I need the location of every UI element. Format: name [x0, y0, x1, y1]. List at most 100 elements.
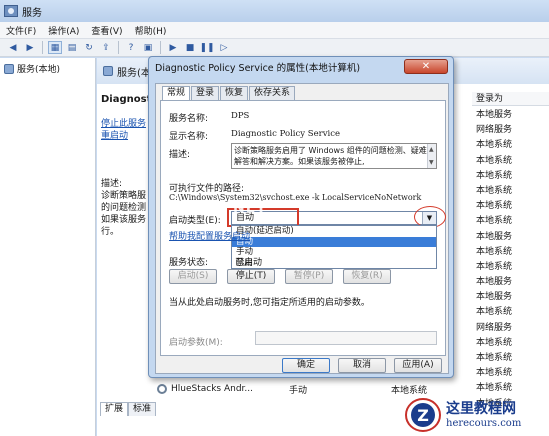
help-configure-link[interactable]: 帮助我配置服务启动	[169, 229, 250, 242]
logon-cell[interactable]: 本地系统	[476, 154, 546, 169]
service-status-value: 已启动	[235, 258, 263, 268]
start-service-icon[interactable]: ▶	[166, 41, 180, 54]
tree-item-services-local[interactable]: 服务(本地)	[0, 58, 95, 79]
description-line: 的问题检测	[101, 203, 147, 213]
logon-cell[interactable]: 本地系统	[476, 138, 546, 153]
logon-cell[interactable]: 本地系统	[476, 169, 546, 184]
export-icon[interactable]: ⇪	[99, 41, 113, 54]
site-name-en: herecours.com	[446, 417, 522, 429]
logon-cell[interactable]: 本地系统	[476, 214, 546, 229]
logon-cell[interactable]: 本地系统	[476, 351, 546, 366]
site-logo-icon: Z	[404, 396, 442, 434]
logon-cell[interactable]: 本地服务	[476, 108, 546, 123]
pause-button[interactable]: 暂停(P)	[285, 269, 333, 284]
overlay-watermark-text: NET	[233, 200, 267, 216]
stop-service-icon[interactable]: ■	[183, 41, 197, 54]
startup-option[interactable]: 手动	[232, 247, 436, 258]
startup-option[interactable]: 自动(延迟启动)	[232, 226, 436, 237]
site-watermark: Z 这里教程网 herecours.com	[404, 394, 549, 436]
menu-help[interactable]: 帮助(H)	[135, 24, 167, 37]
logon-cell[interactable]: 本地系统	[476, 199, 546, 214]
description-line: 如果该服务	[101, 215, 147, 225]
tab-recovery[interactable]: 恢复	[220, 86, 249, 100]
properties-dialog: Diagnostic Policy Service 的属性(本地计算机) ✕ 常…	[148, 56, 454, 378]
toolbar: ◀ ▶ ▦ ▤ ↻ ⇪ ? ▣ ▶ ■ ❚❚ ▷	[0, 39, 549, 57]
service-control-buttons: 启动(S) 停止(T) 暂停(P) 恢复(R)	[169, 269, 391, 284]
toolbar-separator	[160, 41, 161, 54]
service-status-label: 服务状态:	[169, 258, 209, 268]
services-icon	[4, 63, 14, 74]
back-arrow-icon[interactable]: ◀	[6, 41, 20, 54]
toolbar-separator	[42, 41, 43, 54]
apply-button[interactable]: 应用(A)	[394, 358, 442, 373]
restart-service-icon[interactable]: ▷	[217, 41, 231, 54]
logon-cell[interactable]: 本地系统	[476, 245, 546, 260]
logon-cell[interactable]: 网络服务	[476, 123, 546, 138]
dialog-title: Diagnostic Policy Service 的属性(本地计算机)	[155, 63, 361, 74]
description-line: 行。	[101, 227, 120, 237]
tab-standard[interactable]: 标准	[128, 402, 157, 416]
service-name-label: 服务名称:	[169, 114, 209, 124]
description-label: 描述:	[169, 150, 191, 160]
menu-file[interactable]: 文件(F)	[6, 24, 36, 37]
stop-button[interactable]: 停止(T)	[227, 269, 275, 284]
display-name-label: 显示名称:	[169, 132, 209, 142]
service-row-status: 手动	[289, 385, 308, 396]
startup-option[interactable]: 禁用	[232, 258, 436, 269]
description-text: 诊断策略服务启用了 Windows 组件的问题检测、疑难解答和解决方案。如果该服…	[231, 143, 437, 169]
menu-view[interactable]: 查看(V)	[91, 24, 122, 37]
logon-cell[interactable]: 本地系统	[476, 184, 546, 199]
refresh-icon[interactable]: ↻	[82, 41, 96, 54]
logon-cell[interactable]: 本地服务	[476, 230, 546, 245]
logon-column: 本地服务 网络服务 本地系统 本地系统 本地系统 本地系统 本地系统 本地系统 本地服务 本地系统…	[476, 108, 546, 412]
services-app-icon	[4, 5, 18, 17]
view-tabs: 扩展 标准	[100, 402, 260, 416]
close-button[interactable]: ✕	[404, 59, 448, 74]
start-parameters-input[interactable]	[255, 331, 437, 345]
logo-letter: Z	[417, 406, 429, 425]
restart-service-link[interactable]: 重启动	[101, 131, 128, 141]
logon-cell[interactable]: 本地系统	[476, 336, 546, 351]
dialog-tabs: 常规 登录 恢复 依存关系	[162, 86, 296, 101]
console-tree-icon[interactable]: ▦	[48, 41, 62, 54]
details-list-icon[interactable]: ▤	[65, 41, 79, 54]
menu-bar: 文件(F) 操作(A) 查看(V) 帮助(H)	[0, 22, 549, 39]
service-detail: Diagnosti 停止此服务 重启动 描述: 诊断策略服 的问题检测 如果该服…	[101, 88, 149, 238]
help-icon[interactable]: ?	[124, 41, 138, 54]
resume-button[interactable]: 恢复(R)	[343, 269, 391, 284]
description-content: 诊断策略服务启用了 Windows 组件的问题检测、疑难解答和解决方案。如果该服…	[234, 146, 427, 166]
site-name: 这里教程网 herecours.com	[446, 401, 521, 430]
cancel-button[interactable]: 取消	[338, 358, 386, 373]
start-parameters-note: 当从此处启动服务时,您可指定所适用的启动参数。	[169, 298, 370, 308]
logon-cell[interactable]: 本地系统	[476, 366, 546, 381]
tree-item-label: 服务(本地)	[17, 65, 61, 75]
ok-button[interactable]: 确定	[282, 358, 330, 373]
toolbar-separator	[118, 41, 119, 54]
startup-option[interactable]: 自动	[232, 236, 436, 248]
logon-cell[interactable]: 本地系统	[476, 260, 546, 275]
tab-logon[interactable]: 登录	[191, 86, 220, 100]
start-button[interactable]: 启动(S)	[169, 269, 217, 284]
display-name-value: Diagnostic Policy Service	[231, 129, 341, 139]
menu-action[interactable]: 操作(A)	[48, 24, 79, 37]
logon-cell[interactable]: 网络服务	[476, 321, 546, 336]
properties-icon[interactable]: ▣	[141, 41, 155, 54]
column-header-logon[interactable]: 登录为	[472, 92, 549, 106]
description-label: 描述:	[101, 179, 123, 189]
stop-service-link[interactable]: 停止此服务	[101, 119, 146, 129]
service-name-value: DPS	[231, 111, 250, 121]
console-tree: 服务(本地)	[0, 58, 96, 436]
gear-icon	[157, 384, 167, 394]
logon-cell[interactable]: 本地服务	[476, 275, 546, 290]
description-scrollbar[interactable]	[427, 144, 436, 168]
tab-general[interactable]: 常规	[162, 86, 191, 101]
logon-cell[interactable]: 本地服务	[476, 290, 546, 305]
logon-cell[interactable]: 本地系统	[476, 305, 546, 320]
path-value: C:\Windows\System32\svchost.exe -k Local…	[169, 193, 422, 202]
description-line: 诊断策略服	[101, 191, 147, 201]
forward-arrow-icon[interactable]: ▶	[23, 41, 37, 54]
selected-service-name: Diagnosti	[101, 94, 149, 105]
tab-dependencies[interactable]: 依存关系	[249, 86, 296, 100]
tab-extended[interactable]: 扩展	[100, 402, 129, 416]
pause-service-icon[interactable]: ❚❚	[199, 41, 214, 54]
